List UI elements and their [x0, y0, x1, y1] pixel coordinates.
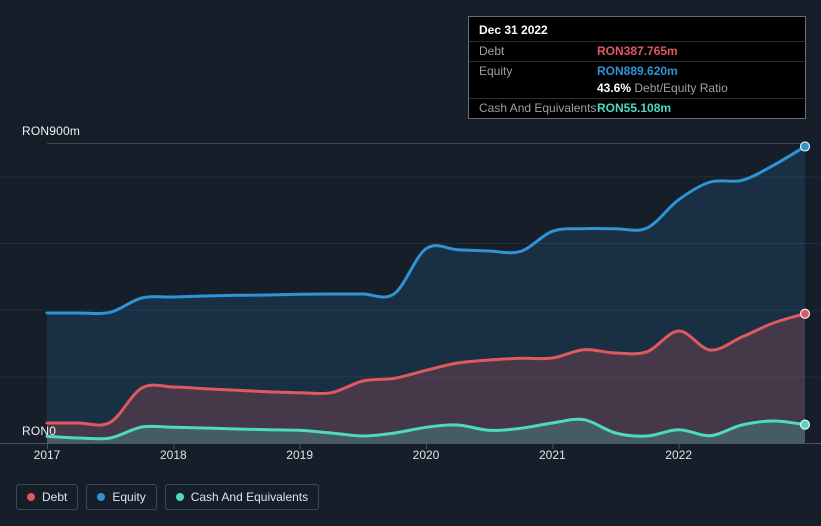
tooltip: Dec 31 2022 Debt RON387.765m Equity RON8…: [468, 16, 806, 119]
legend-item-cash[interactable]: Cash And Equivalents: [164, 484, 320, 510]
tooltip-row-equity: Equity RON889.620m: [469, 61, 805, 81]
equity-dot-icon: [97, 493, 106, 501]
debt-dot-icon: [27, 493, 35, 501]
tooltip-date: Dec 31 2022: [479, 23, 548, 37]
tooltip-equity-value: RON889.620m: [597, 64, 678, 78]
legend-item-equity[interactable]: Equity: [86, 484, 157, 510]
tooltip-row-debt: Debt RON387.765m: [469, 41, 805, 61]
cash-dot-icon: [175, 493, 184, 501]
tooltip-ratio-value: 43.6%: [597, 81, 632, 95]
legend-label-debt: Debt: [42, 490, 68, 504]
tooltip-row-ratio: 43.6% Debt/Equity Ratio: [469, 81, 805, 98]
tooltip-cash-label: Cash And Equivalents: [479, 101, 597, 115]
debt-equity-chart-panel: RON900m RON0 2017 2018 2019 2020 2021 2022 De…: [0, 0, 821, 526]
tooltip-ratio-label: Debt/Equity Ratio: [634, 81, 728, 95]
tooltip-cash-value: RON55.108m: [597, 101, 672, 115]
legend-label-cash: Cash And Equivalents: [190, 490, 309, 504]
tooltip-debt-label: Debt: [479, 44, 505, 58]
legend: Debt Equity Cash And Equivalents: [16, 484, 320, 510]
y-axis-label-zero: RON0: [22, 424, 57, 438]
legend-item-debt[interactable]: Debt: [16, 484, 79, 510]
x-axis-label: 2022: [665, 448, 693, 462]
x-axis-label: 2019: [286, 448, 314, 462]
tooltip-equity-label: Equity: [479, 64, 513, 78]
x-axis-label: 2017: [33, 448, 61, 462]
x-axis-label: 2020: [412, 448, 440, 462]
tooltip-row-cash: Cash And Equivalents RON55.108m: [469, 98, 805, 118]
legend-label-equity: Equity: [112, 490, 146, 504]
x-axis-label: 2021: [538, 448, 566, 462]
tooltip-debt-value: RON387.765m: [597, 44, 678, 58]
y-axis-label-max: RON900m: [22, 124, 81, 138]
x-axis-label: 2018: [159, 448, 187, 462]
